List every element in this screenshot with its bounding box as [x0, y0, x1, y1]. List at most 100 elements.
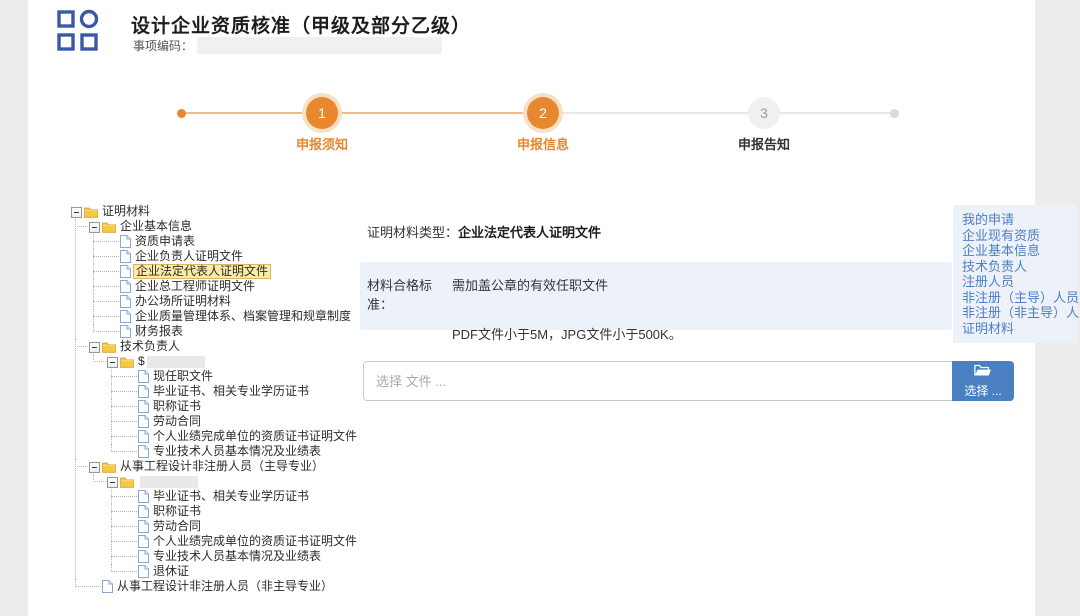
tree-node-file: 毕业证书、相关专业学历证书 — [124, 384, 365, 399]
tree-node-label[interactable]: 劳动合同 — [153, 415, 201, 428]
page-title: 设计企业资质核准（甲级及部分乙级） — [131, 11, 471, 38]
tree-node-file: 职称证书 — [124, 399, 365, 414]
file-input[interactable] — [363, 361, 952, 401]
file-icon — [138, 505, 149, 518]
progress-line-todo — [543, 112, 894, 114]
material-type-value: 企业法定代表人证明文件 — [458, 225, 601, 240]
choose-file-button[interactable]: 选择 ... — [952, 361, 1014, 401]
tree-node-file: 专业技术人员基本情况及业绩表 — [124, 549, 365, 564]
file-icon — [138, 445, 149, 458]
tree-node-label[interactable]: 现任职文件 — [153, 370, 213, 383]
right-menu-item[interactable]: 非注册（非主导）人员 — [962, 305, 1068, 321]
tree-node-label[interactable]: 企业负责人证明文件 — [135, 250, 243, 263]
material-type-label: 证明材料类型： — [367, 225, 458, 240]
tree-collapse-icon[interactable] — [89, 342, 100, 353]
step-label-2: 申报信息 — [483, 134, 603, 153]
tree-node-label[interactable]: 专业技术人员基本情况及业绩表 — [153, 445, 321, 458]
file-icon — [138, 550, 149, 563]
folder-icon — [102, 341, 116, 353]
tree-node-label[interactable]: 职称证书 — [153, 505, 201, 518]
material-type-row: 证明材料类型：企业法定代表人证明文件 — [367, 222, 601, 241]
tree-node-label[interactable]: 毕业证书、相关专业学历证书 — [153, 385, 309, 398]
file-icon — [138, 415, 149, 428]
tree-node-label[interactable]: 职称证书 — [153, 400, 201, 413]
tree-node-file: 劳动合同 — [124, 519, 365, 534]
tree-node-folder: $ — [106, 354, 365, 369]
right-menu-item[interactable]: 证明材料 — [962, 321, 1068, 337]
tree-node-label[interactable]: 资质申请表 — [135, 235, 195, 248]
tree-node-label[interactable]: 专业技术人员基本情况及业绩表 — [153, 550, 321, 563]
file-icon — [120, 235, 131, 248]
tree-node-label[interactable]: 劳动合同 — [153, 520, 201, 533]
file-icon — [120, 310, 131, 323]
file-icon — [138, 430, 149, 443]
tree-node-label[interactable]: 办公场所证明材料 — [135, 295, 231, 308]
file-icon — [102, 580, 113, 593]
right-menu-item[interactable]: 企业基本信息 — [962, 243, 1068, 259]
progress-end-dot — [890, 109, 899, 118]
tree-collapse-icon[interactable] — [71, 207, 82, 218]
tree-node-label[interactable]: 企业基本信息 — [120, 220, 192, 233]
tree-node-file: 企业法定代表人证明文件 — [106, 264, 365, 279]
file-icon — [138, 400, 149, 413]
right-menu-item[interactable]: 企业现有资质 — [962, 228, 1068, 244]
tree-node-folder: 证明材料 — [70, 204, 365, 219]
tree-node-label[interactable]: 企业法定代表人证明文件 — [133, 264, 271, 279]
file-icon — [138, 520, 149, 533]
page: 设计企业资质核准（甲级及部分乙级） 事项编码： 1申报须知2申报信息3申报告知 … — [0, 0, 1080, 616]
tree-node-file: 劳动合同 — [124, 414, 365, 429]
file-icon — [138, 565, 149, 578]
tree-node-file: 个人业绩完成单位的资质证书证明文件 — [124, 429, 365, 444]
left-edge-strip — [0, 0, 28, 616]
tree-node-label[interactable]: 从事工程设计非注册人员（非主导专业） — [117, 580, 333, 593]
tree-node-file: 财务报表 — [106, 324, 365, 339]
tree-collapse-icon[interactable] — [89, 462, 100, 473]
redacted-node-text — [140, 476, 198, 488]
tree-node-label[interactable]: 企业总工程师证明文件 — [135, 280, 255, 293]
tree-node-label[interactable]: 技术负责人 — [120, 340, 180, 353]
file-icon — [120, 250, 131, 263]
tree-node-file: 退休证 — [124, 564, 365, 579]
tree-node-label[interactable]: 退休证 — [153, 565, 189, 578]
item-code-label: 事项编码： — [133, 39, 193, 53]
file-icon — [138, 385, 149, 398]
tree-node-label[interactable]: 证明材料 — [102, 205, 150, 218]
right-quick-menu: 我的申请企业现有资质企业基本信息技术负责人注册人员非注册（主导）人员非注册（非主… — [953, 205, 1077, 343]
step-label-1: 申报须知 — [262, 134, 382, 153]
tree-node-label[interactable]: 企业质量管理体系、档案管理和规章制度 — [135, 310, 351, 323]
tree-node-file: 个人业绩完成单位的资质证书证明文件 — [124, 534, 365, 549]
file-uploader: 选择 ... — [363, 361, 1014, 401]
file-icon — [138, 370, 149, 383]
redacted-node-text — [147, 356, 205, 368]
right-menu-item[interactable]: 注册人员 — [962, 274, 1068, 290]
tree-collapse-icon[interactable] — [89, 222, 100, 233]
file-icon — [120, 295, 131, 308]
tree-node-file: 从事工程设计非注册人员（非主导专业） — [88, 579, 365, 594]
right-menu-item[interactable]: 技术负责人 — [962, 259, 1068, 275]
tree-collapse-icon[interactable] — [107, 357, 118, 368]
tree-node-file: 现任职文件 — [124, 369, 365, 384]
tree-node-label[interactable]: 毕业证书、相关专业学历证书 — [153, 490, 309, 503]
right-menu-item[interactable]: 我的申请 — [962, 212, 1068, 228]
material-standard-value: 需加盖公章的有效任职文件 — [452, 275, 608, 313]
folder-icon — [120, 356, 134, 368]
right-menu-item[interactable]: 非注册（主导）人员 — [962, 290, 1068, 306]
progress-line-done — [181, 112, 543, 114]
tree-node-label[interactable]: 从事工程设计非注册人员（主导专业） — [120, 460, 324, 473]
tree-node-label[interactable]: $ — [138, 355, 145, 368]
tree-node-file: 企业负责人证明文件 — [106, 249, 365, 264]
tree-node-label[interactable]: 财务报表 — [135, 325, 183, 338]
tree-node-file: 企业质量管理体系、档案管理和规章制度 — [106, 309, 365, 324]
tree-node-label[interactable]: 个人业绩完成单位的资质证书证明文件 — [153, 430, 357, 443]
folder-icon — [120, 476, 134, 488]
tree-node-label[interactable]: 个人业绩完成单位的资质证书证明文件 — [153, 535, 357, 548]
step-label-3: 申报告知 — [704, 134, 824, 153]
tree-node-folder: 从事工程设计非注册人员（主导专业） — [88, 459, 365, 474]
file-icon — [120, 265, 131, 278]
materials-tree: 证明材料企业基本信息资质申请表企业负责人证明文件企业法定代表人证明文件企业总工程… — [70, 204, 365, 594]
step-circle-3: 3 — [748, 97, 780, 129]
tree-collapse-icon[interactable] — [107, 477, 118, 488]
file-icon — [120, 280, 131, 293]
step-circle-2: 2 — [527, 97, 559, 129]
tree-node-folder — [106, 474, 365, 489]
